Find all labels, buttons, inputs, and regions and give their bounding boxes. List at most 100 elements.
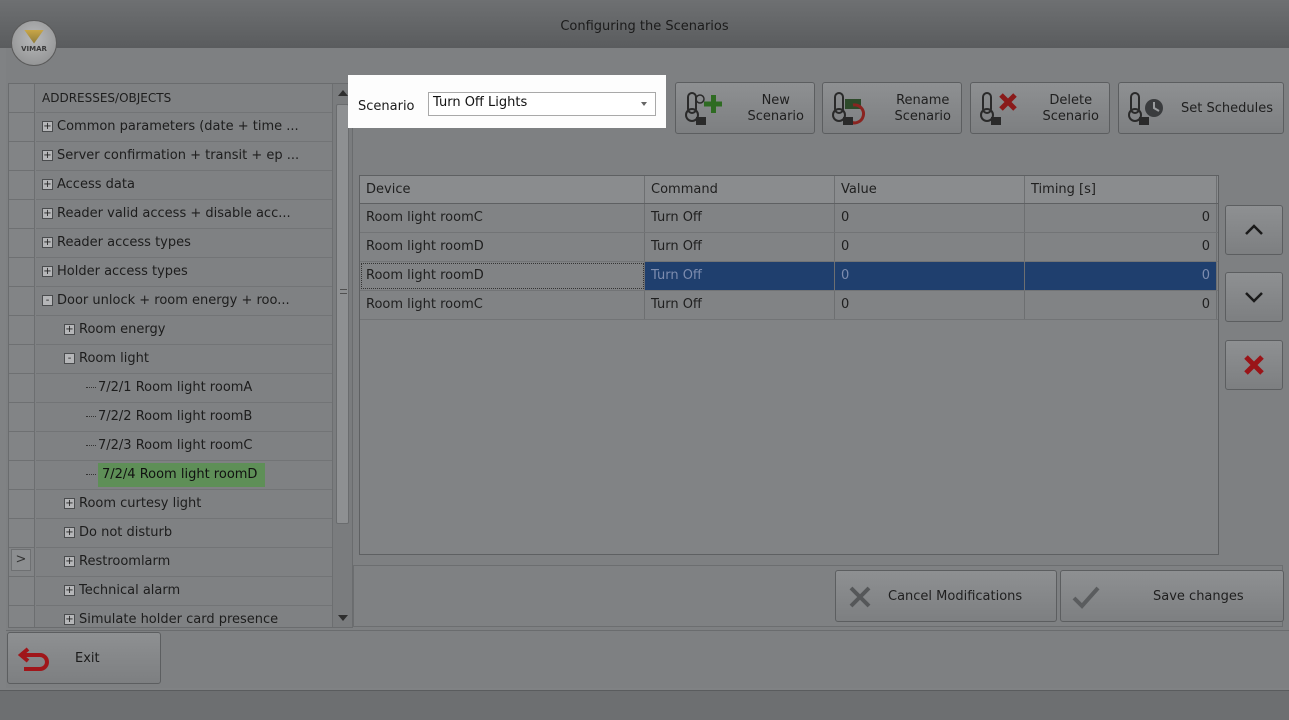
- set-schedules-button[interactable]: Set Schedules: [1118, 82, 1284, 134]
- tree-item[interactable]: + Holder access types: [36, 258, 332, 287]
- cell-command[interactable]: Turn Off: [645, 204, 835, 232]
- new-scenario-button[interactable]: New Scenario: [675, 82, 815, 134]
- cell-timing[interactable]: 0: [1025, 233, 1217, 261]
- cell-device[interactable]: Room light roomD: [360, 262, 645, 290]
- row-gutter-cell[interactable]: [9, 171, 34, 200]
- table-row[interactable]: Room light roomD Turn Off 0 0: [360, 262, 1218, 291]
- expand-icon[interactable]: +: [42, 121, 53, 132]
- tree-item[interactable]: 7/2/3 Room light roomC: [36, 432, 332, 461]
- row-gutter-cell[interactable]: [9, 432, 34, 461]
- cell-command[interactable]: Turn Off: [645, 262, 835, 290]
- column-header-value[interactable]: Value: [835, 176, 1025, 203]
- expand-icon[interactable]: +: [42, 266, 53, 277]
- row-gutter-cell[interactable]: [9, 84, 34, 113]
- row-gutter-cell[interactable]: [9, 229, 34, 258]
- move-up-button[interactable]: [1225, 205, 1283, 255]
- row-gutter-cell[interactable]: [9, 200, 34, 229]
- row-gutter-cell[interactable]: [9, 519, 34, 548]
- delete-scenario-button[interactable]: Delete Scenario: [970, 82, 1110, 134]
- expand-icon[interactable]: +: [64, 527, 75, 538]
- tree-item-label: 7/2/2 Room light roomB: [98, 409, 253, 424]
- table-row[interactable]: Room light roomC Turn Off 0 0: [360, 291, 1218, 320]
- expand-icon[interactable]: +: [42, 237, 53, 248]
- tree-item[interactable]: + Common parameters (date + time ...: [36, 113, 332, 142]
- column-header-command[interactable]: Command: [645, 176, 835, 203]
- tree-item[interactable]: - Door unlock + room energy + roo...: [36, 287, 332, 316]
- save-changes-button[interactable]: Save changes: [1060, 570, 1284, 622]
- cell-timing[interactable]: 0: [1025, 262, 1217, 290]
- expand-icon[interactable]: +: [42, 208, 53, 219]
- tree-item[interactable]: + Room energy: [36, 316, 332, 345]
- tree-item[interactable]: 7/2/2 Room light roomB: [36, 403, 332, 432]
- row-gutter-cell[interactable]: [9, 490, 34, 519]
- tree-scrollbar[interactable]: [332, 84, 352, 627]
- row-gutter-cell[interactable]: [9, 258, 34, 287]
- red-x-icon: [1244, 355, 1264, 375]
- expand-icon[interactable]: +: [42, 179, 53, 190]
- scroll-thumb[interactable]: [336, 104, 349, 524]
- cell-timing[interactable]: 0: [1025, 204, 1217, 232]
- tree-item[interactable]: + Technical alarm: [36, 577, 332, 606]
- rename-scenario-button[interactable]: Rename Scenario: [822, 82, 962, 134]
- move-down-button[interactable]: [1225, 272, 1283, 322]
- column-header-device[interactable]: Device: [360, 176, 645, 203]
- tree-item[interactable]: 7/2/1 Room light roomA: [36, 374, 332, 403]
- tree-item[interactable]: + Server confirmation + transit + ep ...: [36, 142, 332, 171]
- expand-icon[interactable]: +: [64, 614, 75, 625]
- cell-command[interactable]: Turn Off: [645, 233, 835, 261]
- cell-value[interactable]: 0: [835, 233, 1025, 261]
- cell-timing[interactable]: 0: [1025, 291, 1217, 319]
- cell-device[interactable]: Room light roomC: [360, 291, 645, 319]
- row-gutter-cell[interactable]: [9, 287, 34, 316]
- row-gutter-cell[interactable]: [9, 461, 34, 490]
- expand-icon[interactable]: +: [64, 324, 75, 335]
- delete-label-2: Scenario: [1042, 109, 1099, 124]
- table-row[interactable]: Room light roomC Turn Off 0 0: [360, 204, 1218, 233]
- tree-item[interactable]: + Do not disturb: [36, 519, 332, 548]
- tree-item[interactable]: - Room light: [36, 345, 332, 374]
- title-bar: Configuring the Scenarios: [0, 0, 1289, 48]
- row-gutter-cell[interactable]: [9, 374, 34, 403]
- tree-item[interactable]: + Reader access types: [36, 229, 332, 258]
- expand-icon[interactable]: +: [64, 498, 75, 509]
- expand-icon[interactable]: +: [42, 150, 53, 161]
- delete-row-button[interactable]: [1225, 340, 1283, 390]
- row-gutter-cell[interactable]: [9, 142, 34, 171]
- row-gutter-cell[interactable]: [9, 345, 34, 374]
- column-header-timing[interactable]: Timing [s]: [1025, 176, 1217, 203]
- window-title: Configuring the Scenarios: [560, 19, 729, 34]
- expand-icon[interactable]: +: [64, 585, 75, 596]
- expand-icon[interactable]: +: [64, 556, 75, 567]
- scenario-select[interactable]: Turn Off Lights: [428, 92, 656, 116]
- tree-item[interactable]: + Access data: [36, 171, 332, 200]
- cell-command[interactable]: Turn Off: [645, 291, 835, 319]
- vimar-logo-icon[interactable]: VIMAR: [11, 20, 57, 66]
- row-gutter-cell[interactable]: [9, 577, 34, 606]
- cancel-modifications-button[interactable]: Cancel Modifications: [835, 570, 1057, 622]
- cell-value[interactable]: 0: [835, 262, 1025, 290]
- collapse-icon[interactable]: -: [42, 295, 53, 306]
- cell-value[interactable]: 0: [835, 291, 1025, 319]
- row-gutter-cell[interactable]: [9, 403, 34, 432]
- scroll-down-icon[interactable]: [338, 615, 348, 621]
- tree-item[interactable]: + Room curtesy light: [36, 490, 332, 519]
- tree-item[interactable]: + Restroomlarm: [36, 548, 332, 577]
- row-gutter-cell[interactable]: [9, 316, 34, 345]
- cell-device[interactable]: Room light roomC: [360, 204, 645, 232]
- expand-panel-arrow-icon[interactable]: >: [11, 549, 31, 571]
- cell-device[interactable]: Room light roomD: [360, 233, 645, 261]
- thermometer-delete-icon: [980, 92, 1017, 125]
- cell-value[interactable]: 0: [835, 204, 1025, 232]
- tree-item[interactable]: 7/2/4 Room light roomD: [36, 461, 332, 490]
- scroll-up-icon[interactable]: [338, 90, 348, 96]
- tree-connector-icon: [86, 387, 96, 388]
- table-row[interactable]: Room light roomD Turn Off 0 0: [360, 233, 1218, 262]
- row-gutter-cell[interactable]: [9, 113, 34, 142]
- exit-button[interactable]: Exit: [7, 632, 161, 684]
- tree-item[interactable]: + Reader valid access + disable acc...: [36, 200, 332, 229]
- status-bar: [0, 690, 1289, 720]
- row-gutter-cell[interactable]: [9, 606, 34, 627]
- tree-item[interactable]: + Simulate holder card presence: [36, 606, 332, 627]
- tree-item-label: Technical alarm: [79, 583, 181, 598]
- collapse-icon[interactable]: -: [64, 353, 75, 364]
